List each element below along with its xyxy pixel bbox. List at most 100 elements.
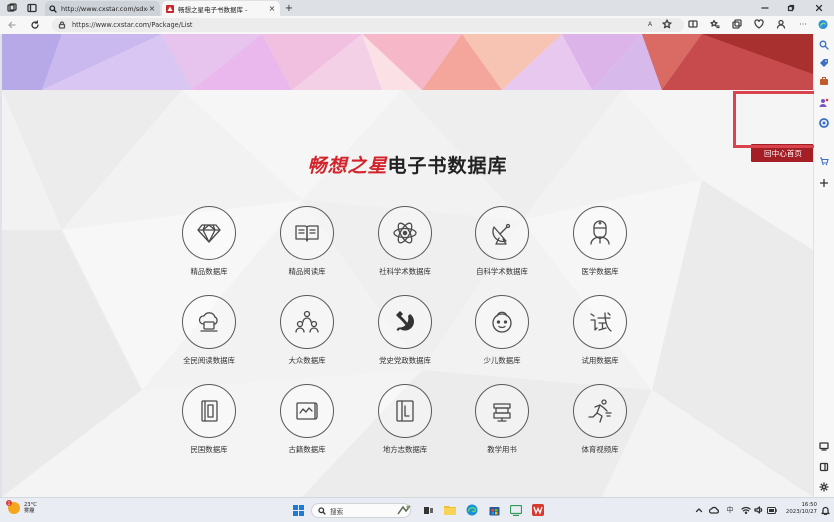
clock-time: 16:50	[801, 502, 817, 508]
db-textbooks[interactable]: 教学用书	[457, 384, 547, 460]
screenshot-icon[interactable]	[817, 439, 831, 453]
weather-widget[interactable]: 1 23°C 雾霾	[6, 500, 37, 514]
page-title: 畅想之星电子书数据库	[2, 151, 813, 178]
taskbar-search[interactable]: 搜索	[311, 503, 411, 518]
db-label: 医学数据库	[581, 267, 619, 276]
title-rest: 电子书数据库	[387, 155, 508, 177]
toolbox-icon[interactable]	[817, 74, 831, 88]
trial-character-icon	[573, 295, 627, 349]
db-local-chronicles[interactable]: 地方志数据库	[360, 384, 450, 460]
db-medical[interactable]: 医学数据库	[555, 206, 645, 282]
db-label: 地方志数据库	[382, 445, 428, 454]
old-book-icon	[182, 384, 236, 438]
onedrive-cloud-icon[interactable]	[709, 504, 719, 516]
snipping-tool-icon[interactable]	[509, 503, 523, 517]
search-placeholder: 搜索	[330, 507, 344, 516]
db-social-science[interactable]: 社科学术数据库	[360, 206, 450, 282]
profile-icon[interactable]	[776, 19, 786, 29]
db-label: 试用数据库	[581, 356, 619, 365]
store-icon[interactable]	[487, 503, 501, 517]
favorite-star-icon[interactable]	[662, 19, 672, 29]
db-popular[interactable]: 大众数据库	[262, 295, 352, 371]
db-label: 教学用书	[487, 445, 517, 454]
file-explorer-icon[interactable]	[443, 503, 457, 517]
db-republic-era[interactable]: 民国数据库	[164, 384, 254, 460]
atom-icon	[378, 206, 432, 260]
weather-desc: 雾霾	[24, 508, 35, 514]
lock-icon	[58, 21, 66, 29]
db-label: 大众数据库	[288, 356, 326, 365]
db-party-history[interactable]: 党史党政数据库	[360, 295, 450, 371]
edge-sidebar	[814, 34, 834, 497]
db-label: 全民阅读数据库	[183, 356, 235, 365]
tab-strip: http://www.cxstar.com/sdxd.htm × 畅想之星电子书…	[0, 0, 834, 16]
db-jingpin-reading[interactable]: 精品阅读库	[262, 206, 352, 282]
db-national-reading[interactable]: 全民阅读数据库	[164, 295, 254, 371]
local-chronicle-book-icon	[378, 384, 432, 438]
db-label: 古籍数据库	[288, 445, 326, 454]
edge-browser-icon[interactable]	[465, 503, 479, 517]
search-icon[interactable]	[817, 38, 831, 52]
restore-icon[interactable]	[778, 1, 804, 14]
copilot-icon[interactable]	[818, 19, 828, 29]
db-label: 自科学术数据库	[476, 267, 528, 276]
battery-icon[interactable]	[767, 504, 777, 516]
clock-date: 2023/10/27	[785, 509, 817, 515]
child-face-icon	[475, 295, 529, 349]
db-trial[interactable]: 试用数据库	[555, 295, 645, 371]
close-icon[interactable]: ×	[148, 4, 156, 13]
browser-essentials-icon[interactable]	[754, 19, 764, 29]
db-natural-science[interactable]: 自科学术数据库	[457, 206, 547, 282]
workspaces-icon[interactable]	[6, 2, 18, 14]
db-jingpin[interactable]: 精品数据库	[164, 206, 254, 282]
tag-icon[interactable]	[817, 56, 831, 70]
volume-icon[interactable]	[754, 504, 764, 516]
read-aloud-icon[interactable]: A	[645, 19, 655, 29]
url-field[interactable]: https://www.cxstar.com/Package/List	[52, 18, 684, 32]
diamond-icon	[182, 206, 236, 260]
db-children[interactable]: 少儿数据库	[457, 295, 547, 371]
doctor-icon	[573, 206, 627, 260]
office-icon[interactable]	[817, 116, 831, 130]
windows-start-icon[interactable]	[291, 503, 305, 517]
window-close-icon[interactable]	[806, 1, 832, 14]
tab-title: http://www.cxstar.com/sdxd.htm	[61, 4, 148, 13]
minimize-icon[interactable]	[752, 1, 778, 14]
system-clock[interactable]: 16:50 2023/10/27	[781, 502, 817, 516]
hammer-sickle-icon	[378, 295, 432, 349]
collections-icon[interactable]	[732, 19, 742, 29]
db-label: 少儿数据库	[483, 356, 521, 365]
sidebar-toggle-icon[interactable]	[817, 460, 831, 474]
page-content: 畅想之星电子书数据库 精品数据库 精品阅读库 社科学术数据库 自科学术数据库 医…	[2, 34, 813, 497]
shopping-icon[interactable]	[817, 154, 831, 168]
tab-actions-icon[interactable]	[26, 2, 38, 14]
split-screen-icon[interactable]	[688, 19, 698, 29]
settings-gear-icon[interactable]	[817, 480, 831, 494]
url-text: https://www.cxstar.com/Package/List	[72, 21, 193, 29]
people-icon[interactable]	[817, 96, 831, 110]
wps-office-icon[interactable]	[531, 503, 545, 517]
task-view-icon[interactable]	[421, 503, 435, 517]
search-highlight-icon[interactable]	[397, 503, 411, 517]
refresh-icon[interactable]	[29, 19, 41, 31]
close-icon[interactable]: ×	[268, 4, 276, 13]
new-tab-button[interactable]: +	[283, 2, 295, 14]
back-icon[interactable]	[6, 19, 18, 31]
home-center-button[interactable]: 回中心首页	[751, 144, 813, 162]
db-label: 精品数据库	[190, 267, 228, 276]
tab-cxstar[interactable]: 畅想之星电子书数据库 - ×	[162, 1, 280, 16]
wifi-icon[interactable]	[741, 504, 751, 516]
db-ancient-books[interactable]: 古籍数据库	[262, 384, 352, 460]
db-sports-video[interactable]: 体育视频库	[555, 384, 645, 460]
add-icon[interactable]	[817, 176, 831, 190]
satellite-dish-icon	[475, 206, 529, 260]
runner-icon	[573, 384, 627, 438]
favorites-icon[interactable]	[710, 19, 720, 29]
search-icon	[49, 4, 57, 13]
scroll-icon	[280, 384, 334, 438]
notification-bell-icon[interactable]	[820, 504, 830, 516]
ime-indicator[interactable]: 中	[725, 504, 735, 516]
tray-chevron-up-icon[interactable]	[694, 504, 704, 516]
more-options-icon[interactable]: ···	[798, 19, 808, 29]
tab-sdxd[interactable]: http://www.cxstar.com/sdxd.htm ×	[45, 1, 160, 16]
